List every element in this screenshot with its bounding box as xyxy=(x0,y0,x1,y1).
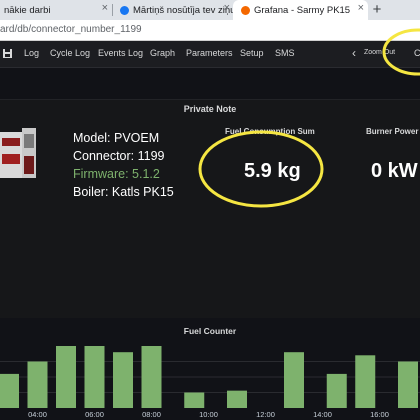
browser-tab-bar: nākie darbi × Mārtiņš nosūtīja tev ziņu … xyxy=(0,0,420,20)
browser-tab-1[interactable]: nākie darbi × xyxy=(0,0,112,20)
fuel-sum-value: 5.9 kg xyxy=(244,160,301,182)
fuel-counter-bar xyxy=(227,390,247,408)
burner-power-title: Burner Power xyxy=(366,127,419,136)
burner-power-value: 0 kW xyxy=(371,160,418,182)
nav-item-events-log[interactable]: Events Log xyxy=(98,48,143,58)
fuel-counter-bar xyxy=(398,361,418,408)
close-icon[interactable]: × xyxy=(102,2,108,14)
boiler-info-panel: Model: PVOEM Connector: 1199 Firmware: 5… xyxy=(0,118,420,318)
fuel-counter-bar xyxy=(56,346,76,408)
nav-item-graph[interactable]: Graph xyxy=(150,48,175,58)
fuel-counter-bar xyxy=(0,373,19,408)
browser-tab-2[interactable]: Mārtiņš nosūtīja tev ziņu × xyxy=(114,0,234,20)
x-tick-label: 10:00 xyxy=(199,410,218,419)
model-label: Model: PVOEM xyxy=(73,131,160,145)
url-text: ard/db/connector_number_1199 xyxy=(0,24,142,35)
x-tick-label: 16:00 xyxy=(370,410,389,419)
nav-item-log[interactable]: Log xyxy=(24,48,39,58)
fuel-counter-bar xyxy=(284,352,304,408)
fuel-counter-bar xyxy=(184,392,205,408)
tab-label: Mārtiņš nosūtīja tev ziņu xyxy=(133,4,234,16)
zoom-out-button[interactable]: Zoom Out xyxy=(364,49,395,56)
boiler-label: Boiler: Katls PK15 xyxy=(73,185,174,199)
grafana-icon xyxy=(241,5,250,15)
x-tick-label: 06:00 xyxy=(85,410,104,419)
close-icon[interactable]: × xyxy=(224,2,230,14)
x-tick-label: 04:00 xyxy=(28,410,47,419)
private-note-title: Private Note xyxy=(183,104,237,114)
tab-label: Grafana - Sarmy PK15 xyxy=(254,4,351,16)
private-note-panel: Private Note xyxy=(0,99,420,119)
dashboard-spacer xyxy=(0,68,420,99)
firmware-label: Firmware: 5.1.2 xyxy=(73,167,160,181)
fuel-counter-bar xyxy=(27,361,48,408)
x-tick-label: 08:00 xyxy=(142,410,161,419)
save-icon[interactable] xyxy=(3,49,12,58)
browser-tab-3[interactable]: Grafana - Sarmy PK15 × xyxy=(233,0,368,20)
nav-item-setup[interactable]: Setup xyxy=(240,48,264,58)
tab-label: nākie darbi xyxy=(4,4,51,16)
fuel-counter-chart: 04:0006:0008:0010:0012:0014:0016:0018:00 xyxy=(0,346,420,419)
fuel-counter-bar xyxy=(113,352,133,408)
fuel-sum-title: Fuel Consumption Sum xyxy=(225,127,315,136)
x-tick-label: 12:00 xyxy=(256,410,275,419)
connector-label: Connector: 1199 xyxy=(73,149,165,163)
fuel-counter-title: Fuel Counter xyxy=(183,326,237,336)
fuel-counter-bar xyxy=(84,346,105,408)
x-tick-label: 14:00 xyxy=(313,410,332,419)
new-tab-button[interactable]: + xyxy=(370,0,384,20)
fuel-counter-bar xyxy=(141,346,162,408)
address-bar[interactable]: ard/db/connector_number_1199 xyxy=(0,20,420,41)
nav-bar: Log Cycle Log Events Log Graph Parameter… xyxy=(0,41,420,68)
nav-item-parameters[interactable]: Parameters xyxy=(186,48,233,58)
time-back-button[interactable]: ‹ xyxy=(352,46,356,60)
fuel-counter-bar xyxy=(355,355,376,408)
nav-item-cycle-log[interactable]: Cycle Log xyxy=(50,48,90,58)
boiler-image xyxy=(0,128,36,178)
tab-divider xyxy=(112,4,113,16)
fuel-counter-bar xyxy=(326,373,347,408)
nav-clipped-item[interactable]: C xyxy=(414,48,420,58)
close-icon[interactable]: × xyxy=(358,2,364,14)
messenger-icon xyxy=(120,5,129,15)
nav-item-sms[interactable]: SMS xyxy=(275,48,295,58)
